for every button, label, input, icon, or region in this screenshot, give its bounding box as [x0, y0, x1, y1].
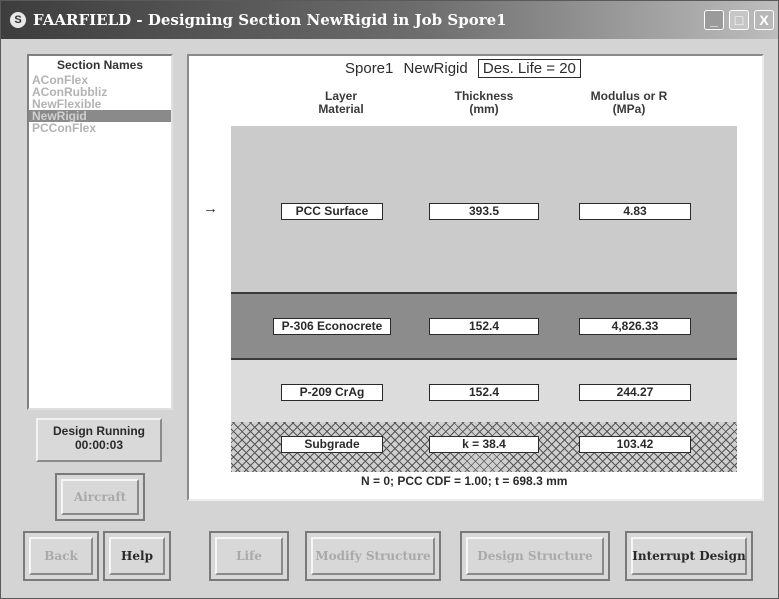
layer-thickness[interactable]: k = 38.4: [429, 436, 539, 453]
layer-thickness[interactable]: 152.4: [429, 384, 539, 401]
modify-structure-button[interactable]: Modify Structure: [305, 531, 441, 581]
aircraft-button-label: Aircraft: [61, 479, 139, 515]
title-bar[interactable]: S FAARFIELD - Designing Section NewRigid…: [1, 1, 778, 39]
design-panel: Spore1 NewRigid Des. Life = 20 Layer Mat…: [187, 54, 764, 501]
column-header-modulus: Modulus or R (MPa): [574, 90, 684, 116]
design-status-box: Design Running 00:00:03: [36, 418, 162, 462]
layer-material[interactable]: P-306 Econocrete: [273, 318, 391, 335]
column-header-line: Material: [318, 102, 364, 116]
help-button[interactable]: Help: [103, 531, 171, 581]
column-header-line: (mm): [469, 102, 499, 116]
job-name: Spore1: [345, 60, 394, 77]
life-button-label: Life: [215, 537, 283, 575]
design-life-box: Des. Life = 20: [477, 59, 581, 78]
layer-surface: PCC Surface 393.5 4.83: [231, 126, 737, 294]
faa-logo-icon[interactable]: S: [9, 11, 27, 29]
design-heading: Spore1 NewRigid Des. Life = 20: [345, 59, 587, 78]
maximize-icon[interactable]: □: [729, 10, 749, 30]
modify-structure-button-label: Modify Structure: [311, 537, 435, 575]
faarfield-window: S FAARFIELD - Designing Section NewRigid…: [0, 0, 779, 599]
layer-modulus[interactable]: 4,826.33: [579, 318, 691, 335]
section-names-list[interactable]: Section Names AConFlex AConRubbliz NewFl…: [27, 54, 173, 410]
column-header-line: (MPa): [612, 102, 646, 116]
list-item[interactable]: PCConFlex: [29, 122, 171, 134]
current-layer-arrow-icon: →: [203, 200, 218, 217]
minimize-icon[interactable]: _: [704, 10, 724, 30]
layer-modulus[interactable]: 4.83: [579, 203, 691, 220]
column-header-thickness: Thickness (mm): [439, 90, 529, 116]
design-structure-button-label: Design Structure: [466, 537, 604, 575]
layer-subgrade: Subgrade k = 38.4 103.42: [231, 422, 737, 472]
back-button[interactable]: Back: [23, 531, 99, 581]
layer-thickness[interactable]: 393.5: [429, 203, 539, 220]
design-summary: N = 0; PCC CDF = 1.00; t = 698.3 mm: [361, 474, 568, 488]
life-button[interactable]: Life: [209, 531, 289, 581]
interrupt-design-button-label: Interrupt Design: [631, 537, 747, 575]
interrupt-design-button[interactable]: Interrupt Design: [625, 531, 753, 581]
design-structure-button[interactable]: Design Structure: [460, 531, 610, 581]
layer-material[interactable]: PCC Surface: [281, 203, 383, 220]
column-header-material: Layer Material: [299, 90, 383, 116]
back-button-label: Back: [29, 537, 93, 575]
help-button-label: Help: [109, 537, 165, 575]
status-label: Design Running: [53, 424, 145, 438]
layer-modulus[interactable]: 244.27: [579, 384, 691, 401]
layer-subbase: P-209 CrAg 152.4 244.27: [231, 360, 737, 422]
window-title: FAARFIELD - Designing Section NewRigid i…: [33, 11, 507, 29]
layer-modulus[interactable]: 103.42: [579, 436, 691, 453]
layer-base: P-306 Econocrete 152.4 4,826.33: [231, 294, 737, 360]
aircraft-button[interactable]: Aircraft: [55, 473, 145, 521]
close-icon[interactable]: X: [754, 10, 774, 30]
layer-material[interactable]: Subgrade: [281, 436, 383, 453]
elapsed-time: 00:00:03: [74, 438, 124, 452]
layer-material[interactable]: P-209 CrAg: [281, 384, 383, 401]
layer-thickness[interactable]: 152.4: [429, 318, 539, 335]
section-names-header: Section Names: [56, 58, 144, 72]
section-name: NewRigid: [403, 60, 468, 77]
